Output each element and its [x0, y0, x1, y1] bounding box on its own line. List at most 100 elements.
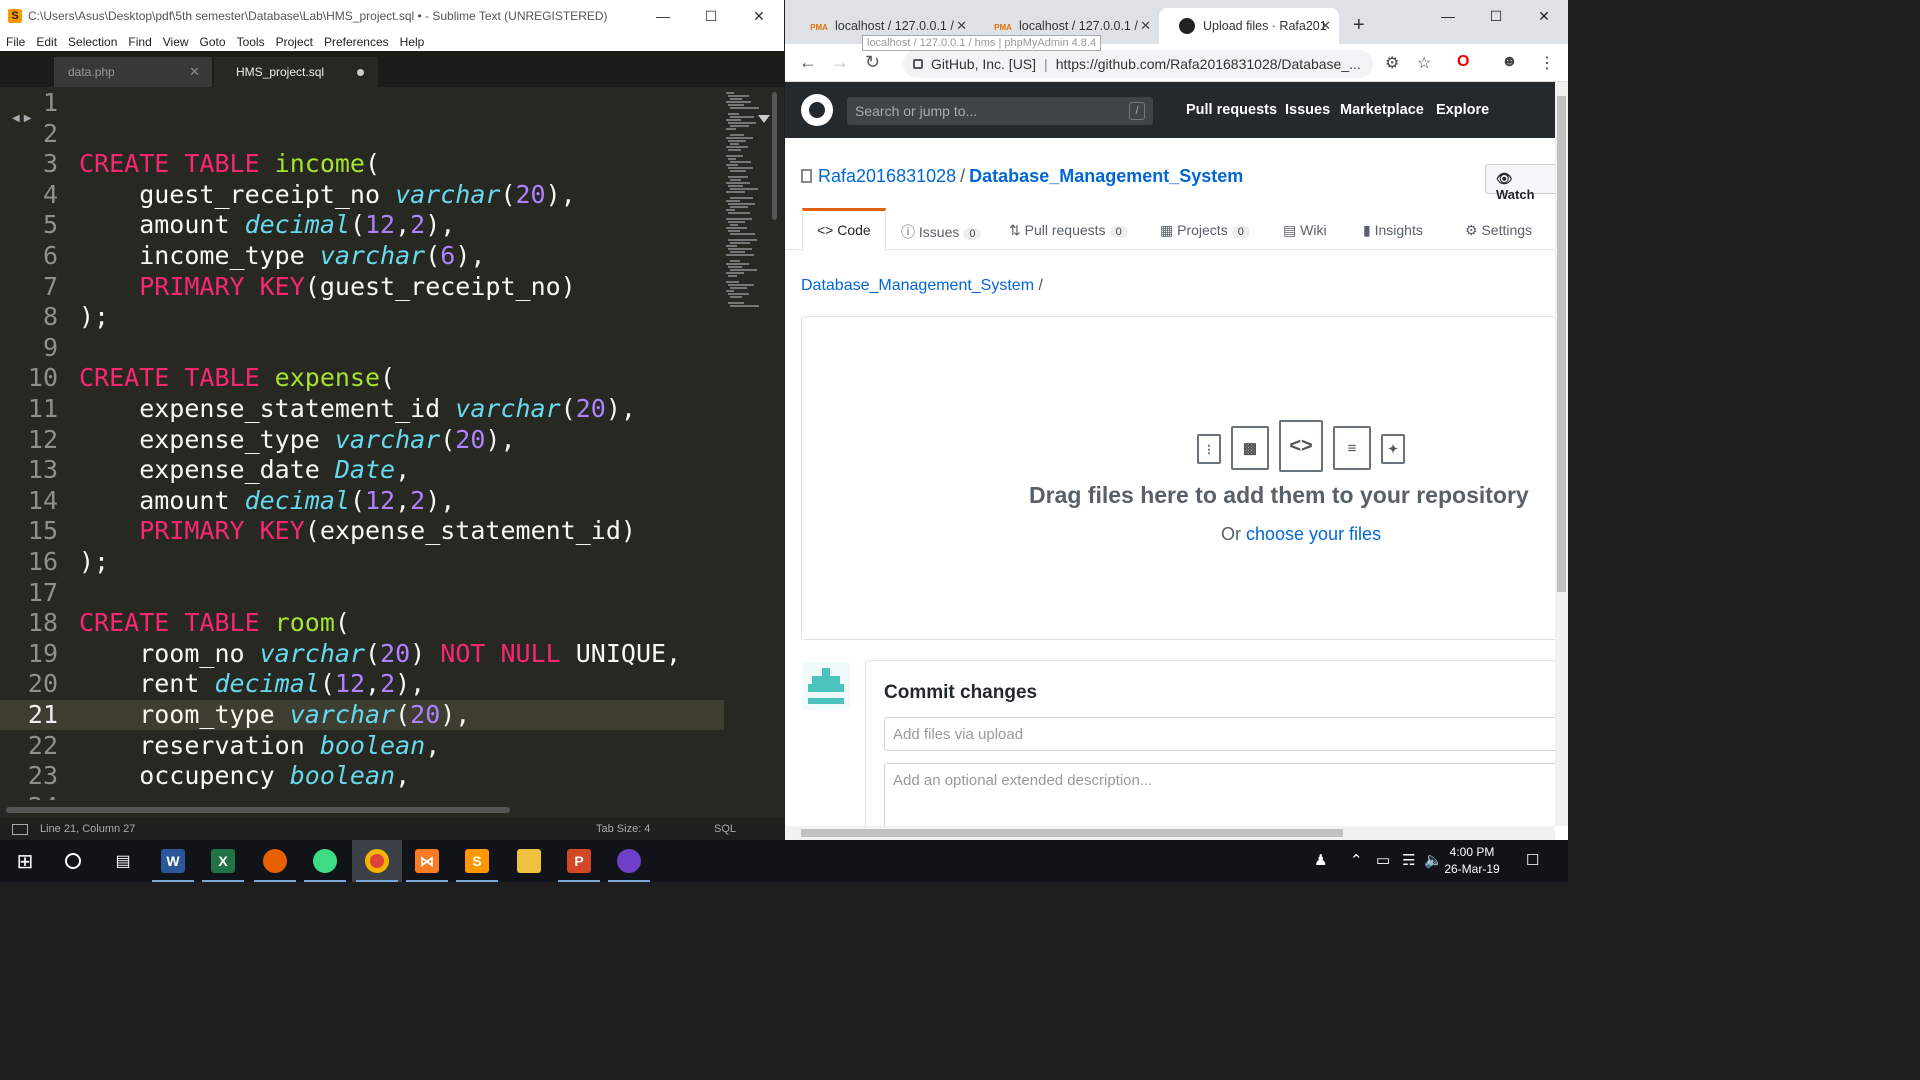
code-line[interactable]: 5 amount decimal(12,2),: [0, 210, 724, 240]
menu-project[interactable]: Project: [270, 35, 318, 49]
reload-icon[interactable]: ↻: [865, 52, 880, 73]
code-line[interactable]: 2: [0, 119, 724, 149]
excel-app[interactable]: X: [198, 840, 248, 882]
page-horizontal-scrollbar[interactable]: [785, 826, 1555, 840]
volume-icon[interactable]: 🔈: [1424, 851, 1443, 869]
close-tab-icon[interactable]: ✕: [1320, 18, 1331, 34]
github-desktop-app[interactable]: [604, 840, 654, 882]
forward-icon[interactable]: →: [831, 52, 849, 73]
search-input[interactable]: Search or jump to... /: [847, 97, 1153, 125]
menu-tools[interactable]: Tools: [231, 35, 270, 49]
chrome-menu-icon[interactable]: ⋮: [1539, 53, 1555, 73]
code-line[interactable]: 4 guest_receipt_no varchar(20),: [0, 180, 724, 210]
tab-issues[interactable]: ⓘ Issues 0: [901, 222, 982, 242]
people-icon[interactable]: ♟: [1314, 851, 1327, 869]
code-line[interactable]: 9: [0, 333, 724, 363]
code-line[interactable]: 3 CREATE TABLE income(: [0, 149, 724, 179]
commit-description-textarea[interactable]: Add an optional extended description...: [884, 763, 1555, 826]
code-line[interactable]: 16);: [0, 547, 724, 577]
battery-icon[interactable]: ▭: [1376, 851, 1390, 869]
syntax-mode[interactable]: SQL: [714, 823, 736, 835]
code-line[interactable]: 10 CREATE TABLE expense(: [0, 363, 724, 393]
start-button[interactable]: ⊞: [0, 840, 50, 882]
page-vertical-scrollbar[interactable]: [1555, 82, 1568, 826]
firefox-app[interactable]: [250, 840, 300, 882]
code-line[interactable]: 12 expense_type varchar(20),: [0, 425, 724, 455]
back-icon[interactable]: ←: [799, 52, 817, 73]
close-tab-icon[interactable]: ✕: [189, 64, 200, 80]
menu-goto[interactable]: Goto: [194, 35, 231, 49]
code-line[interactable]: 20 rent decimal(12,2),: [0, 669, 724, 699]
system-clock[interactable]: 4:00 PM 26-Mar-19: [1442, 844, 1502, 878]
repo-name-link[interactable]: Database_Management_System: [969, 166, 1243, 186]
choose-files-link[interactable]: choose your files: [1246, 524, 1381, 544]
tab-data-php[interactable]: data.php ✕: [54, 57, 212, 87]
file-drop-zone[interactable]: [801, 316, 1555, 640]
file-explorer-app[interactable]: [504, 840, 554, 882]
code-line[interactable]: 11 expense_statement_id varchar(20),: [0, 394, 724, 424]
action-center-icon[interactable]: ☐: [1526, 851, 1539, 869]
bookmark-star-icon[interactable]: ☆: [1417, 53, 1431, 73]
close-tab-icon[interactable]: ✕: [956, 18, 967, 34]
task-view-button[interactable]: ▤: [98, 840, 148, 882]
translate-icon[interactable]: ⚙: [1385, 53, 1399, 73]
code-line[interactable]: 19 room_no varchar(20) NOT NULL UNIQUE,: [0, 639, 724, 669]
close-button[interactable]: ✕: [736, 0, 782, 32]
nav-pull-requests[interactable]: Pull requests: [1186, 102, 1277, 118]
powerpoint-app[interactable]: P: [554, 840, 604, 882]
code-line[interactable]: 21 room_type varchar(20),: [0, 700, 724, 730]
show-hidden-icons-chevron-icon[interactable]: ⌃: [1350, 851, 1363, 869]
code-line[interactable]: 24: [0, 792, 724, 800]
tab-wiki[interactable]: ▤ Wiki: [1283, 222, 1327, 239]
code-line[interactable]: 13 expense_date Date,: [0, 455, 724, 485]
code-line[interactable]: 18 CREATE TABLE room(: [0, 608, 724, 638]
code-line[interactable]: 17: [0, 578, 724, 608]
minimize-button[interactable]: —: [640, 0, 686, 32]
tab-code[interactable]: <> Code: [817, 222, 871, 238]
tab-projects[interactable]: ▦ Projects 0: [1160, 222, 1250, 239]
word-app[interactable]: W: [148, 840, 198, 882]
tab-insights[interactable]: ▮ Insights: [1363, 222, 1423, 239]
cortana-button[interactable]: [48, 840, 98, 882]
github-logo-icon[interactable]: [801, 94, 833, 126]
profile-avatar-icon[interactable]: ☻: [1501, 53, 1518, 71]
maximize-button[interactable]: ☐: [1473, 0, 1519, 32]
nav-explore[interactable]: Explore: [1436, 102, 1489, 118]
address-bar[interactable]: GitHub, Inc. [US] | https://github.com/R…: [903, 50, 1373, 78]
code-line[interactable]: 14 amount decimal(12,2),: [0, 486, 724, 516]
menu-preferences[interactable]: Preferences: [318, 35, 394, 49]
nav-marketplace[interactable]: Marketplace: [1340, 102, 1424, 118]
close-button[interactable]: ✕: [1521, 0, 1567, 32]
menu-help[interactable]: Help: [394, 35, 430, 49]
menu-file[interactable]: File: [0, 35, 30, 49]
code-line[interactable]: 15 PRIMARY KEY(expense_statement_id): [0, 516, 724, 546]
code-line[interactable]: 22 reservation boolean,: [0, 731, 724, 761]
opera-extension-icon[interactable]: O: [1457, 53, 1469, 71]
menu-edit[interactable]: Edit: [30, 35, 62, 49]
tab-size[interactable]: Tab Size: 4: [596, 823, 650, 835]
nav-issues[interactable]: Issues: [1285, 102, 1330, 118]
maximize-button[interactable]: ☐: [688, 0, 734, 32]
breadcrumb-repo-link[interactable]: Database_Management_System: [801, 277, 1034, 294]
sublime-app[interactable]: S: [452, 840, 502, 882]
android-studio-app[interactable]: [300, 840, 350, 882]
tab-settings[interactable]: ⚙ Settings: [1465, 222, 1532, 239]
commit-summary-input[interactable]: Add files via upload: [884, 717, 1555, 751]
code-editor[interactable]: 1 2 3 CREATE TABLE income(4 guest_receipt_n…: [0, 88, 724, 800]
menu-find[interactable]: Find: [122, 35, 156, 49]
scroll-thumb[interactable]: [1557, 96, 1566, 592]
editor-horizontal-scrollbar[interactable]: [6, 807, 510, 813]
chrome-app[interactable]: [352, 840, 402, 882]
code-line[interactable]: 23 occupency boolean,: [0, 761, 724, 791]
minimize-button[interactable]: —: [1425, 0, 1471, 32]
code-line[interactable]: 8);: [0, 302, 724, 332]
xampp-app[interactable]: ⋈: [402, 840, 452, 882]
editor-vertical-scrollbar[interactable]: [772, 92, 777, 220]
minimap[interactable]: [724, 88, 770, 800]
unsaved-dot-icon[interactable]: [357, 69, 364, 76]
new-tab-icon[interactable]: +: [1353, 14, 1365, 37]
close-tab-icon[interactable]: ✕: [1140, 18, 1151, 34]
tab-github-upload[interactable]: Upload files · Rafa201 ✕: [1159, 8, 1339, 44]
menu-selection[interactable]: Selection: [62, 35, 122, 49]
panel-toggle-icon[interactable]: [12, 823, 28, 835]
